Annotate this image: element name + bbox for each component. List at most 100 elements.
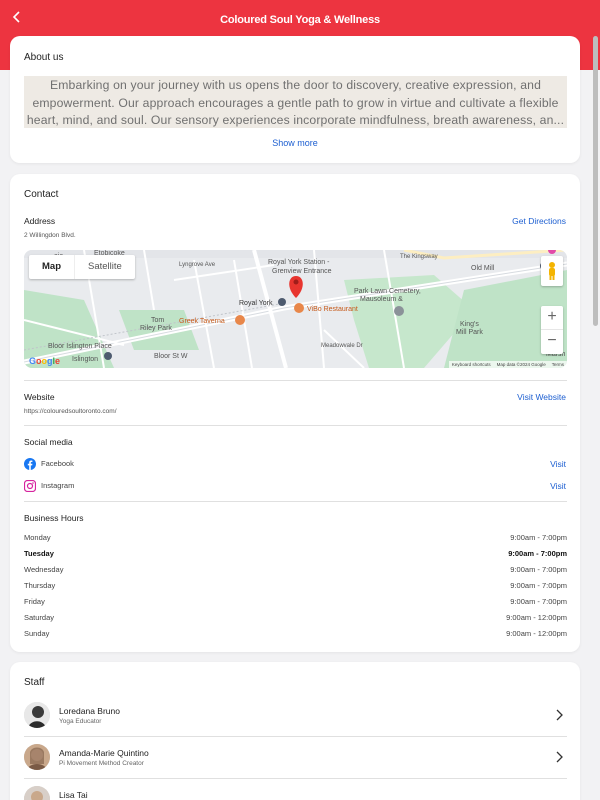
staff-name: Lisa Tai — [59, 790, 88, 800]
hours-row-saturday: Saturday 9:00am - 12:00pm — [24, 613, 567, 622]
staff-card: Staff Loredana Bruno Yoga Educator Amand… — [10, 662, 580, 800]
show-more-link[interactable]: Show more — [10, 138, 580, 148]
terms-link[interactable]: Terms — [552, 362, 564, 367]
scrollbar[interactable] — [591, 36, 600, 800]
map-label-greek-taverna: Greek Taverna — [179, 318, 225, 325]
avatar — [24, 744, 50, 770]
avatar — [24, 786, 50, 800]
keyboard-shortcuts-link[interactable]: Keyboard shortcuts — [452, 362, 491, 367]
hours-day: Friday — [24, 597, 45, 606]
hours-day: Thursday — [24, 581, 56, 590]
chevron-left-icon — [12, 11, 20, 23]
scrollbar-thumb[interactable] — [593, 36, 598, 326]
facebook-icon — [24, 457, 36, 470]
divider — [24, 501, 567, 502]
map-type-map[interactable]: Map — [29, 255, 74, 279]
hours-row-tuesday: Tuesday 9:00am - 7:00pm — [24, 549, 567, 558]
hours-time: 9:00am - 7:00pm — [508, 549, 567, 558]
hours-day: Saturday — [24, 613, 55, 622]
instagram-icon — [23, 479, 37, 493]
map-label-meadowvale: Meadowvale Dr — [321, 343, 363, 349]
business-hours-label: Business Hours — [24, 513, 84, 523]
map-label-royal-york-station: Royal York Station - — [268, 259, 330, 266]
hours-row-thursday: Thursday 9:00am - 7:00pm — [24, 581, 567, 590]
chevron-right-icon[interactable] — [555, 709, 563, 721]
map-label-lyngrove: Lyngrove Ave — [179, 262, 216, 268]
about-card: About us Embarking on your journey with … — [10, 36, 580, 163]
map-type-toggle: Map Satellite — [29, 255, 135, 279]
map-label-grenview: Grenview Entrance — [272, 268, 332, 275]
map-label-old-mill: Old Mill — [471, 265, 495, 272]
hours-row-sunday: Sunday 9:00am - 12:00pm — [24, 629, 567, 638]
pegman-icon — [549, 262, 555, 280]
hours-time: 9:00am - 12:00pm — [506, 613, 567, 622]
map-label-bloor: Bloor St W — [154, 353, 188, 360]
map-label-mausoleum: Mausoleum & — [360, 296, 403, 303]
staff-row[interactable]: Lisa Tai — [24, 780, 567, 800]
zoom-in-button[interactable]: + — [541, 306, 563, 330]
top-app-bar: Coloured Soul Yoga & Wellness — [0, 0, 600, 40]
visit-facebook-link[interactable]: Visit — [550, 459, 566, 469]
get-directions-link[interactable]: Get Directions — [512, 216, 566, 226]
hours-time: 9:00am - 12:00pm — [506, 629, 567, 638]
about-text: Embarking on your journey with us opens … — [24, 76, 567, 128]
zoom-controls: + − — [541, 306, 563, 354]
restaurant-marker-vibo — [294, 303, 304, 313]
staff-row[interactable]: Loredana Bruno Yoga Educator — [24, 696, 567, 736]
about-heading: About us — [24, 52, 64, 63]
map-label-tom: Tom — [151, 317, 164, 324]
hours-time: 9:00am - 7:00pm — [510, 533, 567, 542]
divider — [24, 380, 567, 381]
hours-day: Sunday — [24, 629, 50, 638]
hours-row-friday: Friday 9:00am - 7:00pm — [24, 597, 567, 606]
website-label: Website — [24, 392, 55, 402]
street-view-pegman[interactable] — [541, 256, 563, 286]
hours-time: 9:00am - 7:00pm — [510, 581, 567, 590]
contact-heading: Contact — [24, 189, 59, 200]
staff-role: Yoga Educator — [59, 718, 102, 725]
map-label-mill-park: Mill Park — [456, 329, 483, 336]
map-type-satellite[interactable]: Satellite — [74, 255, 135, 279]
back-button[interactable] — [6, 6, 28, 28]
hours-time: 9:00am - 7:00pm — [510, 565, 567, 574]
map-label-riley-park: Riley Park — [140, 325, 172, 332]
address-label: Address — [24, 216, 56, 226]
chevron-right-icon[interactable] — [555, 751, 563, 763]
divider — [24, 736, 567, 737]
map-label-kingsway: The Kingsway — [400, 254, 438, 260]
address-value: 2 Willingdon Blvd. — [24, 232, 76, 239]
social-media-label: Social media — [24, 437, 73, 447]
staff-heading: Staff — [24, 677, 45, 688]
staff-name: Loredana Bruno — [59, 706, 120, 716]
hours-day: Tuesday — [24, 549, 54, 558]
subway-marker-islington — [104, 352, 112, 360]
restaurant-marker-greek-taverna — [235, 315, 245, 325]
map-label-bloor-islington: Bloor Islington Place — [48, 343, 112, 350]
visit-instagram-link[interactable]: Visit — [550, 481, 566, 491]
visit-website-link[interactable]: Visit Website — [517, 392, 566, 402]
contact-card: Contact Address 2 Willingdon Blvd. Get D… — [10, 174, 580, 652]
divider — [24, 778, 567, 779]
map-label-islington: Islington — [72, 356, 98, 363]
hours-row-monday: Monday 9:00am - 7:00pm — [24, 533, 567, 542]
staff-role: Pi Movement Method Creator — [59, 760, 144, 767]
map-data-text: Map data ©2024 Google — [496, 362, 546, 367]
hours-day: Wednesday — [24, 565, 64, 574]
hours-day: Monday — [24, 533, 51, 542]
hours-row-wednesday: Wednesday 9:00am - 7:00pm — [24, 565, 567, 574]
hours-time: 9:00am - 7:00pm — [510, 597, 567, 606]
website-value: https://colouredsoultoronto.com/ — [24, 408, 117, 415]
subway-marker-royal-york — [278, 298, 286, 306]
staff-name: Amanda-Marie Quintino — [59, 748, 149, 758]
avatar — [24, 702, 50, 728]
map-label-vibo: ViBo Restaurant — [307, 306, 358, 313]
social-item-facebook: Facebook — [41, 459, 74, 468]
divider — [24, 425, 567, 426]
zoom-out-button[interactable]: − — [541, 330, 563, 354]
staff-row[interactable]: Amanda-Marie Quintino Pi Movement Method… — [24, 738, 567, 778]
map-attribution: Keyboard shortcuts Map data ©2024 Google… — [448, 361, 567, 368]
social-item-instagram: Instagram — [41, 481, 75, 490]
map-label-park-lawn: Park Lawn Cemetery, — [354, 288, 421, 295]
google-logo: Google — [29, 356, 61, 366]
map[interactable]: Etobicoke Lyngrove Ave Royal York Statio… — [24, 250, 567, 368]
